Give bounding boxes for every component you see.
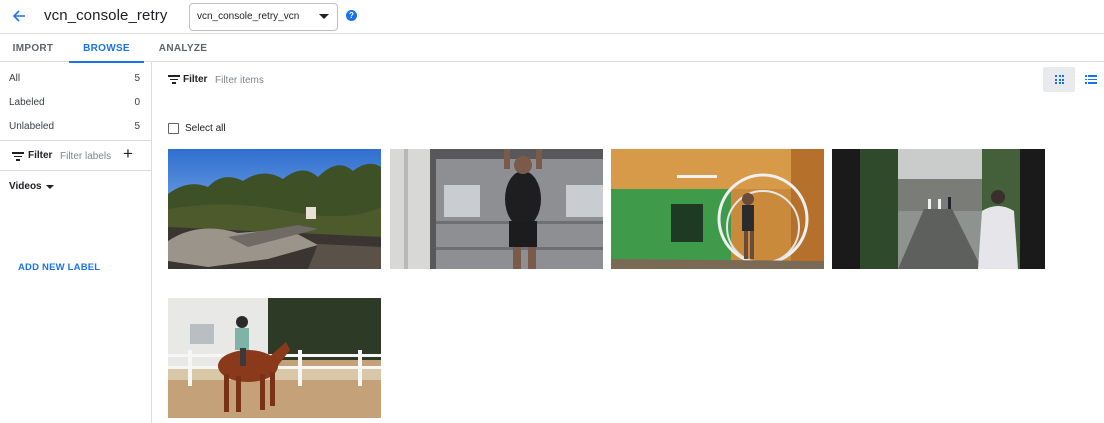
select-all-checkbox[interactable]: [168, 123, 179, 134]
tab-browse[interactable]: BROWSE: [69, 34, 144, 63]
chevron-down-icon: [45, 184, 54, 189]
videos-label: Videos: [9, 181, 42, 192]
video-frame-image: [168, 298, 381, 418]
app-header: vcn_console_retry vcn_console_retry_vcn …: [0, 0, 1104, 34]
items-filter-title: Filter: [183, 74, 208, 85]
count-value: 5: [134, 121, 140, 132]
label-sidebar: All 5 Labeled 0 Unlabeled 5 Filter + Vid…: [0, 62, 152, 423]
list-view-button[interactable]: [1083, 67, 1099, 92]
tab-analyze[interactable]: ANALYZE: [150, 34, 216, 62]
video-thumbnail[interactable]: [832, 149, 1045, 269]
videos-dropdown[interactable]: Videos: [9, 181, 54, 192]
count-label: Unlabeled: [9, 121, 55, 132]
video-frame-image: [390, 149, 603, 269]
video-frame-image: [611, 149, 824, 269]
video-thumbnail[interactable]: [390, 149, 603, 269]
video-frame-image: [168, 149, 381, 269]
count-label: All: [9, 73, 21, 84]
video-thumbnail[interactable]: [168, 149, 381, 269]
back-button[interactable]: [8, 5, 30, 27]
add-label-icon[interactable]: +: [123, 144, 133, 164]
count-row-unlabeled[interactable]: Unlabeled 5: [0, 115, 152, 139]
arrow-back-icon: [12, 10, 25, 22]
count-row-labeled[interactable]: Labeled 0: [0, 91, 152, 115]
video-thumbnail[interactable]: [168, 298, 381, 418]
dropdown-arrow-icon: [319, 14, 329, 19]
help-icon[interactable]: ?: [346, 10, 357, 21]
add-new-label-button[interactable]: ADD NEW LABEL: [18, 262, 100, 273]
dataset-select[interactable]: vcn_console_retry_vcn: [189, 3, 338, 31]
tab-import[interactable]: IMPORT: [0, 34, 66, 62]
count-label: Labeled: [9, 97, 45, 108]
items-filter-input[interactable]: [215, 72, 365, 88]
label-filter-bar: Filter +: [0, 140, 152, 171]
grid-view-button[interactable]: [1043, 67, 1075, 92]
dataset-select-value: vcn_console_retry_vcn: [197, 11, 300, 22]
label-filter-input[interactable]: [60, 148, 118, 164]
count-row-all[interactable]: All 5: [0, 67, 152, 91]
label-filter-title: Filter: [28, 150, 53, 161]
filter-icon: [168, 75, 180, 84]
filter-icon: [12, 152, 24, 161]
grid-view-icon: [1055, 75, 1064, 84]
video-thumbnail[interactable]: [611, 149, 824, 269]
video-frame-image: [832, 149, 1045, 269]
count-value: 5: [134, 73, 140, 84]
count-value: 0: [134, 97, 140, 108]
page-title: vcn_console_retry: [44, 7, 168, 24]
tab-bar: IMPORT BROWSE ANALYZE: [0, 34, 1104, 63]
select-all-label: Select all: [185, 123, 226, 134]
